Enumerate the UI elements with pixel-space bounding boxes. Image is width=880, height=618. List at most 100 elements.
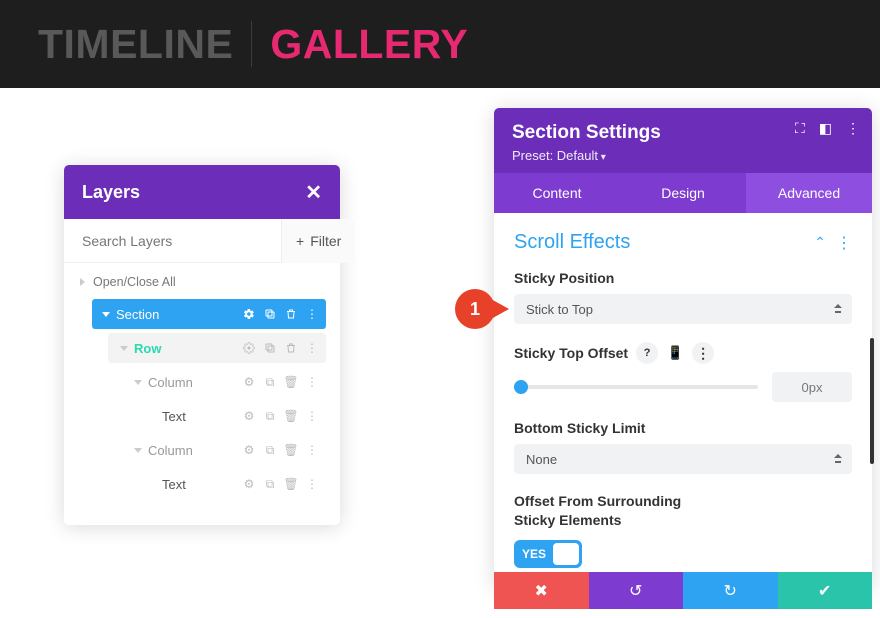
more-icon[interactable]: ⋮: [306, 376, 318, 388]
trash-icon[interactable]: [285, 342, 297, 354]
annotation-badge: 1: [455, 289, 509, 329]
more-icon[interactable]: ⋮: [692, 342, 714, 364]
duplicate-icon[interactable]: ⧉: [264, 444, 276, 456]
mobile-icon[interactable]: 📱: [664, 342, 686, 364]
gear-icon[interactable]: [243, 308, 255, 320]
layers-toolbar: + Filter: [64, 219, 340, 263]
settings-tabs: Content Design Advanced: [494, 173, 872, 213]
open-close-label: Open/Close All: [93, 275, 176, 289]
offset-label-line1: Offset From Surrounding: [514, 493, 681, 509]
preset-dropdown[interactable]: Preset: Default: [512, 148, 854, 163]
offset-surrounding-label: Offset From Surrounding Sticky Elements: [514, 492, 852, 530]
layer-text[interactable]: Text ⚙ ⧉ 🗑 ⋮: [136, 469, 326, 499]
gear-icon[interactable]: ⚙: [243, 376, 255, 388]
undo-button[interactable]: ↺: [589, 572, 684, 609]
sticky-top-offset-label: Sticky Top Offset ? 📱 ⋮: [514, 342, 852, 364]
layer-actions: ⚙ ⧉ 🗑 ⋮: [243, 478, 326, 490]
layer-section[interactable]: Section ⋮: [92, 299, 326, 329]
layer-text[interactable]: Text ⚙ ⧉ 🗑 ⋮: [136, 401, 326, 431]
columns-icon[interactable]: ◧: [819, 120, 832, 137]
tab-timeline[interactable]: TIMELINE: [38, 21, 233, 68]
top-tabs: TIMELINE GALLERY: [0, 0, 880, 88]
gear-icon[interactable]: [243, 342, 255, 354]
more-icon[interactable]: ⋮: [306, 308, 318, 320]
gear-icon[interactable]: ⚙: [243, 444, 255, 456]
caret-down-icon: [134, 380, 142, 385]
help-icon[interactable]: ?: [636, 342, 658, 364]
duplicate-icon[interactable]: [264, 308, 276, 320]
toggle-label: YES: [514, 547, 546, 561]
redo-button[interactable]: ↻: [683, 572, 778, 609]
sticky-top-offset-text: Sticky Top Offset: [514, 345, 628, 361]
layer-label: Column: [148, 375, 243, 390]
close-icon[interactable]: ✕: [305, 180, 322, 205]
duplicate-icon[interactable]: ⧉: [264, 410, 276, 422]
layer-label: Text: [162, 409, 243, 424]
layers-panel: Layers ✕ + Filter Open/Close All Section…: [64, 165, 340, 525]
expand-icon[interactable]: ⛶: [795, 120, 805, 137]
duplicate-icon[interactable]: ⧉: [264, 478, 276, 490]
more-icon[interactable]: ⋮: [306, 410, 318, 422]
layer-column[interactable]: Column ⚙ ⧉ 🗑 ⋮: [122, 367, 326, 397]
trash-icon[interactable]: 🗑: [285, 410, 297, 422]
bottom-sticky-limit-label: Bottom Sticky Limit: [514, 420, 852, 436]
collapse-icons: ⌃ ⋮: [814, 233, 852, 253]
trash-icon[interactable]: 🗑: [285, 376, 297, 388]
label-icons: ? 📱 ⋮: [636, 342, 714, 364]
bottom-sticky-limit-select[interactable]: None: [514, 444, 852, 474]
tab-design[interactable]: Design: [620, 173, 746, 213]
layers-title: Layers: [82, 182, 305, 203]
more-icon[interactable]: ⋮: [836, 233, 852, 253]
open-close-all[interactable]: Open/Close All: [78, 275, 326, 289]
more-icon[interactable]: ⋮: [846, 120, 860, 137]
duplicate-icon[interactable]: [264, 342, 276, 354]
sticky-offset-value[interactable]: 0px: [772, 372, 852, 402]
gear-icon[interactable]: ⚙: [243, 478, 255, 490]
tab-content[interactable]: Content: [494, 173, 620, 213]
action-bar: ✖ ↺ ↻ ✔: [494, 572, 872, 609]
sticky-offset-slider-row: 0px: [514, 372, 852, 402]
layers-tree: Open/Close All Section ⋮ Row ⋮: [64, 263, 340, 525]
layers-header: Layers ✕: [64, 165, 340, 219]
more-icon[interactable]: ⋮: [306, 342, 318, 354]
duplicate-icon[interactable]: ⧉: [264, 376, 276, 388]
sticky-position-select[interactable]: Stick to Top: [514, 294, 852, 324]
search-input[interactable]: [64, 233, 281, 249]
gear-icon[interactable]: ⚙: [243, 410, 255, 422]
slider-thumb[interactable]: [514, 380, 528, 394]
trash-icon[interactable]: [285, 308, 297, 320]
more-icon[interactable]: ⋮: [306, 478, 318, 490]
tab-gallery[interactable]: GALLERY: [270, 21, 468, 68]
offset-surrounding-toggle[interactable]: YES: [514, 540, 582, 568]
layer-actions: ⚙ ⧉ 🗑 ⋮: [243, 410, 326, 422]
layer-actions: ⚙ ⧉ 🗑 ⋮: [243, 376, 326, 388]
layer-actions: ⋮: [243, 308, 326, 320]
sticky-position-value: Stick to Top: [526, 302, 593, 317]
delete-button[interactable]: ✖: [494, 572, 589, 609]
more-icon[interactable]: ⋮: [306, 444, 318, 456]
layer-column[interactable]: Column ⚙ ⧉ 🗑 ⋮: [122, 435, 326, 465]
layer-label: Row: [134, 341, 243, 356]
save-button[interactable]: ✔: [778, 572, 873, 609]
layer-actions: ⋮: [243, 342, 326, 354]
trash-icon[interactable]: 🗑: [285, 478, 297, 490]
badge-number: 1: [470, 299, 480, 320]
chevron-up-icon[interactable]: ⌃: [814, 234, 826, 251]
scrollbar[interactable]: [870, 338, 874, 464]
filter-button[interactable]: + Filter: [281, 219, 355, 263]
layer-row[interactable]: Row ⋮: [108, 333, 326, 363]
arrow-right-icon: [491, 299, 509, 319]
sticky-offset-slider[interactable]: [514, 385, 758, 389]
header-icons: ⛶ ◧ ⋮: [795, 120, 860, 137]
offset-label-line2: Sticky Elements: [514, 512, 621, 528]
caret-right-icon: [80, 278, 85, 286]
tab-advanced[interactable]: Advanced: [746, 173, 872, 213]
settings-body: Scroll Effects ⌃ ⋮ Sticky Position Stick…: [494, 213, 872, 588]
bottom-sticky-limit-value: None: [526, 452, 557, 467]
caret-down-icon: [120, 346, 128, 351]
trash-icon[interactable]: 🗑: [285, 444, 297, 456]
scroll-effects-header[interactable]: Scroll Effects ⌃ ⋮: [514, 231, 852, 254]
layer-label: Text: [162, 477, 243, 492]
plus-icon: +: [296, 233, 304, 249]
layer-label: Section: [116, 307, 243, 322]
